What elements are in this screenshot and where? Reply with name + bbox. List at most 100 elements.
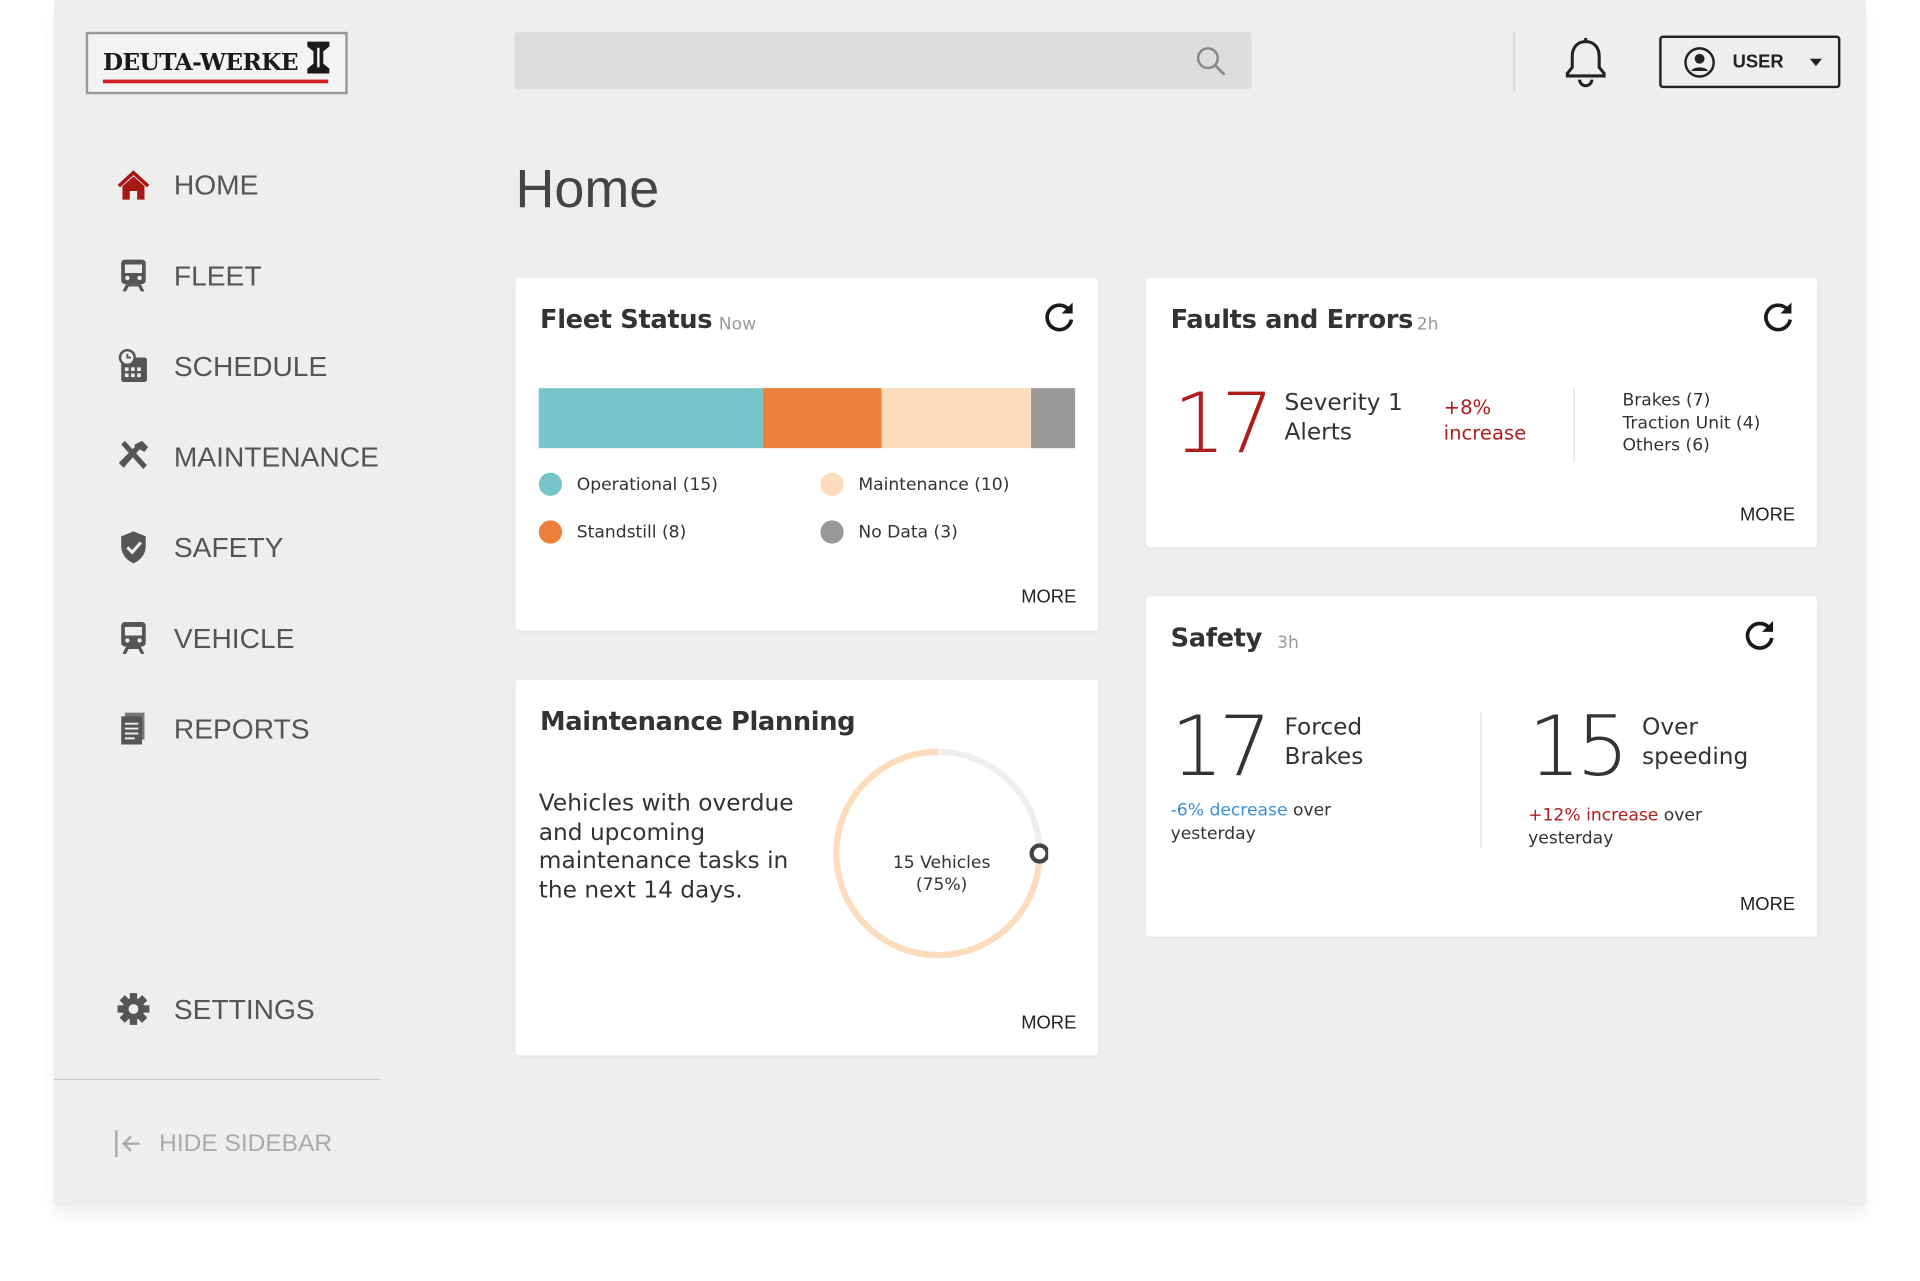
faults-breakdown: Brakes (7) Traction Unit (4) Others (6) — [1622, 389, 1760, 457]
sidebar-item-label: HOME — [173, 168, 259, 201]
ring-marker — [1029, 843, 1049, 864]
legend-dot — [538, 472, 563, 496]
severity-count: 17 — [1173, 375, 1274, 473]
calendar-clock-icon — [115, 348, 152, 385]
bar-segment — [762, 388, 882, 449]
sidebar-item-vehicle[interactable]: VEHICLE — [115, 620, 294, 657]
divider — [1573, 388, 1575, 462]
card-time: 3h — [1277, 633, 1299, 653]
gear-icon — [115, 991, 152, 1028]
trend-text: over — [1658, 805, 1703, 826]
card-time: 2h — [1416, 314, 1439, 335]
sidebar-item-label: MAINTENANCE — [173, 440, 379, 473]
sidebar-item-reports[interactable]: REPORTS — [115, 710, 310, 747]
collapse-left-icon — [115, 1130, 140, 1158]
sidebar-item-settings[interactable]: SETTINGS — [115, 991, 315, 1028]
ring-label-percent: (75%) — [915, 875, 968, 896]
bar-segment — [1030, 388, 1076, 449]
ring-label-count: 15 Vehicles — [892, 853, 991, 874]
sidebar-item-label: VEHICLE — [173, 621, 295, 654]
caret-down-icon — [1809, 58, 1822, 66]
legend-label: Operational (15) — [576, 474, 718, 495]
header-divider — [1513, 31, 1515, 91]
maintenance-planning-card: Maintenance Planning Vehicles with overd… — [515, 679, 1099, 1056]
logo-mark-icon — [307, 41, 330, 74]
sidebar-item-home[interactable]: HOME — [115, 167, 258, 204]
page-title: Home — [515, 159, 660, 220]
more-link[interactable]: MORE — [1021, 587, 1076, 608]
document-icon — [115, 710, 152, 747]
logo-underline — [102, 79, 329, 84]
sidebar-item-schedule[interactable]: SCHEDULE — [115, 348, 327, 385]
trend-value: -6% decrease — [1170, 800, 1288, 821]
legend-label: No Data (3) — [858, 522, 958, 542]
card-time: Now — [718, 314, 757, 335]
fleet-status-bar — [538, 388, 1076, 449]
over-speeding-trend: +12% increase over yesterday — [1528, 804, 1702, 851]
refresh-icon[interactable] — [1042, 300, 1076, 334]
user-menu-button[interactable]: USER — [1659, 35, 1841, 89]
bell-icon[interactable] — [1564, 37, 1608, 88]
label-line: Forced — [1284, 713, 1363, 741]
tools-icon — [115, 438, 152, 475]
sidebar-item-label: SCHEDULE — [173, 349, 328, 382]
card-title: Maintenance Planning — [540, 706, 856, 736]
more-link[interactable]: MORE — [1021, 1013, 1076, 1034]
breakdown-item: Others (6) — [1622, 435, 1710, 456]
sidebar-item-safety[interactable]: SAFETY — [115, 529, 283, 566]
label-line: Over — [1642, 713, 1699, 741]
user-label: USER — [1732, 51, 1784, 73]
trend-value: +12% increase — [1528, 805, 1659, 826]
sidebar-item-fleet[interactable]: FLEET — [115, 257, 262, 294]
sidebar-item-label: REPORTS — [173, 712, 310, 744]
refresh-icon[interactable] — [1742, 618, 1776, 652]
sidebar-item-maintenance[interactable]: MAINTENANCE — [115, 438, 379, 475]
label-line: speeding — [1642, 743, 1749, 771]
severity-trend: +8% increase — [1444, 394, 1527, 445]
bar-segment — [881, 388, 1031, 449]
over-speeding-label: Over speeding — [1642, 713, 1748, 772]
legend-dot — [820, 520, 844, 544]
trend-text: over — [1287, 800, 1332, 821]
bar-segment — [538, 388, 763, 449]
refresh-icon[interactable] — [1761, 300, 1795, 334]
trend-word: increase — [1443, 421, 1527, 445]
legend-no-data: No Data (3) — [820, 520, 958, 544]
sidebar-item-label: FLEET — [173, 258, 262, 291]
maintenance-description: Vehicles with overdue and upcoming maint… — [538, 789, 794, 904]
hide-sidebar-button[interactable]: HIDE SIDEBAR — [113, 1128, 332, 1160]
sidebar-divider — [53, 1078, 380, 1081]
home-icon — [115, 167, 152, 204]
logo[interactable]: DEUTA-WERKE — [85, 31, 348, 95]
settings-label: SETTINGS — [173, 992, 315, 1025]
user-circle-icon — [1684, 46, 1715, 78]
more-link[interactable]: MORE — [1740, 504, 1795, 525]
forced-brakes-trend: -6% decrease over yesterday — [1171, 800, 1332, 847]
search-input[interactable] — [514, 31, 1252, 90]
more-link[interactable]: MORE — [1740, 894, 1795, 915]
legend-operational: Operational (15) — [538, 472, 718, 496]
legend-maintenance: Maintenance (10) — [820, 472, 1009, 496]
card-title: Fleet Status — [540, 304, 713, 335]
divider — [1480, 712, 1482, 849]
breakdown-item: Traction Unit (4) — [1622, 413, 1761, 433]
safety-card: Safety 3h 17 Forced Brakes -6% decrease o… — [1146, 596, 1818, 937]
hide-sidebar-label: HIDE SIDEBAR — [159, 1129, 333, 1157]
legend-dot — [820, 472, 844, 496]
forced-brakes-count: 17 — [1170, 699, 1272, 796]
legend-dot — [538, 520, 563, 544]
legend-standstill: Standstill (8) — [538, 520, 687, 544]
severity-label: Severity 1 Alerts — [1284, 388, 1402, 447]
card-title: Safety — [1170, 623, 1263, 653]
over-speeding-count: 15 — [1528, 699, 1629, 796]
train-icon — [115, 620, 152, 657]
faults-errors-card: Faults and Errors 2h 17 Severity 1 Alerts… — [1146, 277, 1818, 548]
trend-text: yesterday — [1170, 824, 1256, 844]
shield-check-icon — [115, 529, 152, 566]
label-line: Alerts — [1284, 418, 1353, 446]
sidebar-item-label: SAFETY — [173, 530, 284, 563]
search-icon[interactable] — [1195, 45, 1227, 77]
legend-label: Standstill (8) — [576, 522, 687, 542]
trend-text: yesterday — [1528, 828, 1614, 849]
breakdown-item: Brakes (7) — [1622, 390, 1711, 411]
